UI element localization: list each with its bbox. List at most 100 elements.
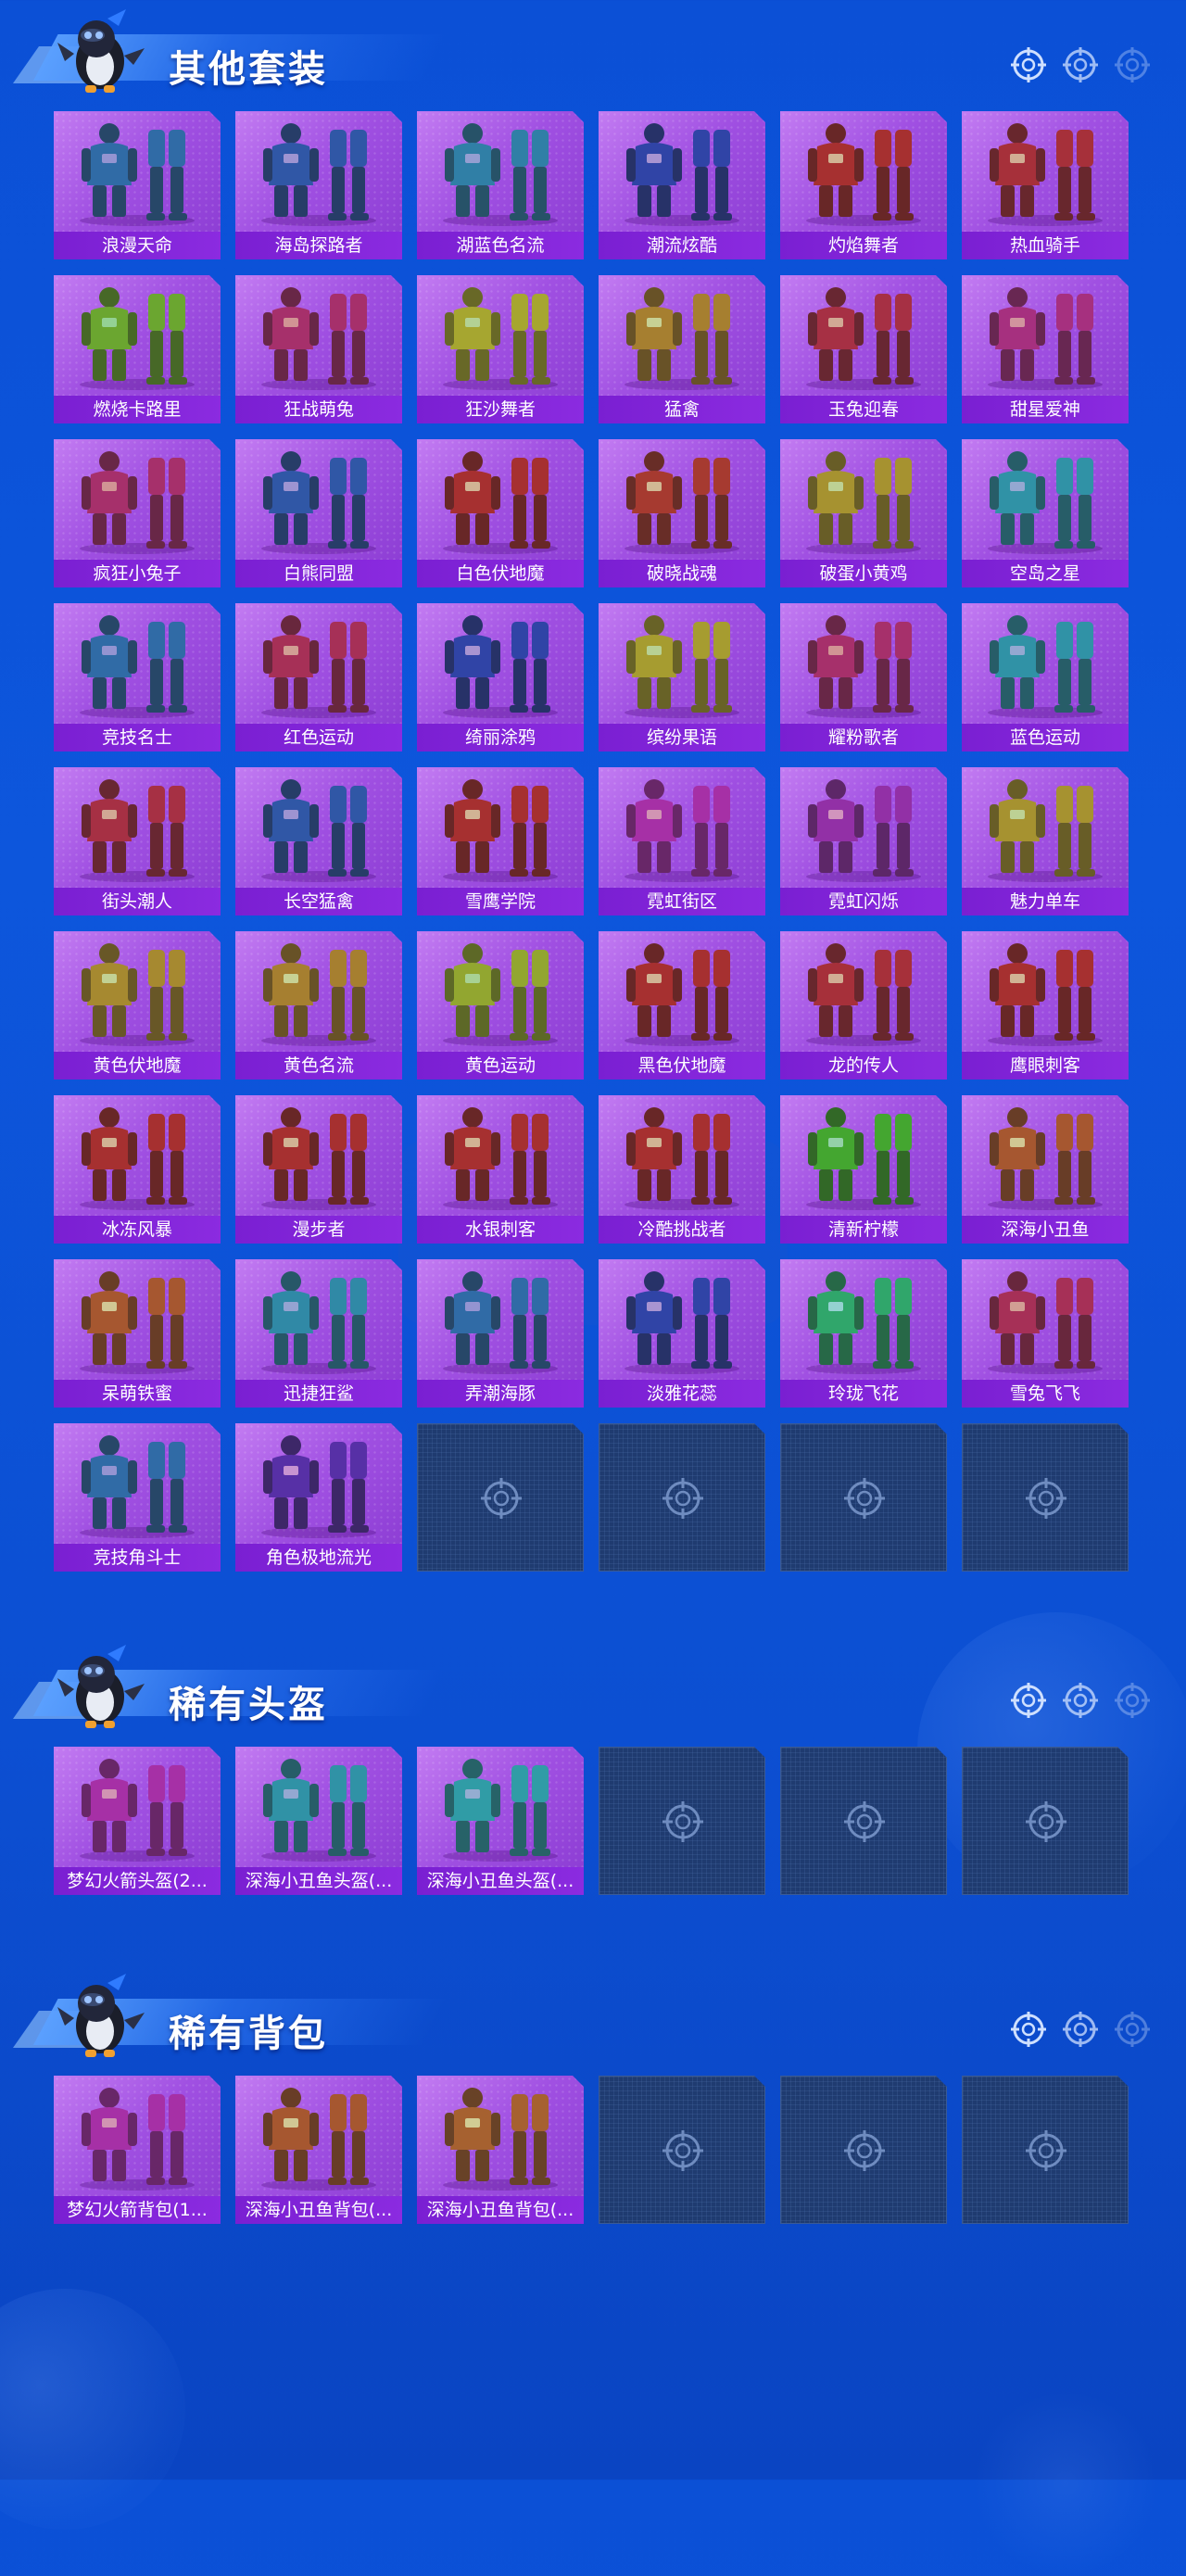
item-name: 破蛋小黄鸡 bbox=[780, 560, 947, 587]
item-card[interactable]: 迅捷狂鲨 bbox=[235, 1259, 402, 1408]
item-image bbox=[80, 779, 195, 882]
item-card[interactable]: 雪兔飞飞 bbox=[962, 1259, 1129, 1408]
item-card[interactable]: 长空猛禽 bbox=[235, 767, 402, 915]
item-image bbox=[988, 123, 1103, 226]
item-card[interactable]: 黄色运动 bbox=[417, 931, 584, 1080]
item-card[interactable]: 竞技角斗士 bbox=[54, 1423, 221, 1572]
crosshair-placeholder-icon bbox=[662, 1801, 703, 1842]
item-card[interactable]: 甜星爱神 bbox=[962, 275, 1129, 423]
item-card[interactable]: 猛禽 bbox=[599, 275, 765, 423]
empty-slot bbox=[599, 2076, 765, 2224]
item-card[interactable]: 缤纷果语 bbox=[599, 603, 765, 751]
item-card[interactable]: 黄色名流 bbox=[235, 931, 402, 1080]
empty-slot bbox=[780, 1747, 947, 1895]
item-card[interactable]: 漫步者 bbox=[235, 1095, 402, 1244]
item-name: 猛禽 bbox=[599, 396, 765, 423]
item-image bbox=[988, 615, 1103, 718]
item-card[interactable]: 角色极地流光 bbox=[235, 1423, 402, 1572]
item-card[interactable]: 水银刺客 bbox=[417, 1095, 584, 1244]
item-image bbox=[625, 287, 739, 390]
item-image bbox=[261, 943, 376, 1046]
crosshair-icon bbox=[1011, 2012, 1046, 2047]
item-card[interactable]: 灼焰舞者 bbox=[780, 111, 947, 259]
section-markers bbox=[1010, 1682, 1151, 1719]
item-name: 耀粉歌者 bbox=[780, 724, 947, 751]
item-name: 魅力单车 bbox=[962, 888, 1129, 915]
section-other-outfits: 其他套装 浪漫天命 海岛探路者 湖蓝色名流 潮流炫酷 灼焰舞者 热血骑手 燃烧卡路里 狂战萌兔… bbox=[0, 0, 1186, 1572]
item-name: 深海小丑鱼 bbox=[962, 1216, 1129, 1244]
item-card[interactable]: 绮丽涂鸦 bbox=[417, 603, 584, 751]
item-card[interactable]: 霓虹街区 bbox=[599, 767, 765, 915]
item-name: 燃烧卡路里 bbox=[54, 396, 221, 423]
item-name: 雪鹰学院 bbox=[417, 888, 584, 915]
item-card[interactable]: 玲珑飞花 bbox=[780, 1259, 947, 1408]
item-card[interactable]: 湖蓝色名流 bbox=[417, 111, 584, 259]
item-image bbox=[806, 615, 921, 718]
item-card[interactable]: 清新柠檬 bbox=[780, 1095, 947, 1244]
item-card[interactable]: 魅力单车 bbox=[962, 767, 1129, 915]
item-name: 街头潮人 bbox=[54, 888, 221, 915]
item-name: 灼焰舞者 bbox=[780, 232, 947, 259]
item-name: 黄色名流 bbox=[235, 1052, 402, 1080]
item-card[interactable]: 海岛探路者 bbox=[235, 111, 402, 259]
item-card[interactable]: 街头潮人 bbox=[54, 767, 221, 915]
item-image bbox=[261, 1107, 376, 1210]
item-name: 龙的传人 bbox=[780, 1052, 947, 1080]
item-image bbox=[443, 1759, 558, 1862]
item-card[interactable]: 霓虹闪烁 bbox=[780, 767, 947, 915]
item-card[interactable]: 龙的传人 bbox=[780, 931, 947, 1080]
item-card[interactable]: 呆萌铁蜜 bbox=[54, 1259, 221, 1408]
item-image bbox=[443, 1271, 558, 1374]
item-image bbox=[806, 451, 921, 554]
section-markers bbox=[1010, 46, 1151, 83]
item-name: 深海小丑鱼头盔(... bbox=[235, 1867, 402, 1895]
item-card[interactable]: 梦幻火箭背包(1... bbox=[54, 2076, 221, 2224]
item-card[interactable]: 狂战萌兔 bbox=[235, 275, 402, 423]
item-card[interactable]: 破蛋小黄鸡 bbox=[780, 439, 947, 587]
item-card[interactable]: 浪漫天命 bbox=[54, 111, 221, 259]
item-card[interactable]: 热血骑手 bbox=[962, 111, 1129, 259]
item-image bbox=[443, 123, 558, 226]
item-card[interactable]: 红色运动 bbox=[235, 603, 402, 751]
item-card[interactable]: 蓝色运动 bbox=[962, 603, 1129, 751]
item-card[interactable]: 冷酷挑战者 bbox=[599, 1095, 765, 1244]
item-card[interactable]: 空岛之星 bbox=[962, 439, 1129, 587]
item-card[interactable]: 黄色伏地魔 bbox=[54, 931, 221, 1080]
item-card[interactable]: 黑色伏地魔 bbox=[599, 931, 765, 1080]
item-card[interactable]: 深海小丑鱼背包(... bbox=[235, 2076, 402, 2224]
empty-slot bbox=[962, 1747, 1129, 1895]
item-name: 深海小丑鱼背包(... bbox=[417, 2196, 584, 2224]
item-image bbox=[806, 943, 921, 1046]
item-card[interactable]: 燃烧卡路里 bbox=[54, 275, 221, 423]
item-name: 玲珑飞花 bbox=[780, 1380, 947, 1408]
item-card[interactable]: 竞技名士 bbox=[54, 603, 221, 751]
item-image bbox=[80, 615, 195, 718]
item-name: 潮流炫酷 bbox=[599, 232, 765, 259]
item-image bbox=[261, 123, 376, 226]
item-card[interactable]: 白熊同盟 bbox=[235, 439, 402, 587]
item-image bbox=[80, 943, 195, 1046]
item-card[interactable]: 鹰眼刺客 bbox=[962, 931, 1129, 1080]
item-image bbox=[988, 287, 1103, 390]
item-card[interactable]: 深海小丑鱼头盔(... bbox=[235, 1747, 402, 1895]
item-card[interactable]: 玉兔迎春 bbox=[780, 275, 947, 423]
item-card[interactable]: 深海小丑鱼 bbox=[962, 1095, 1129, 1244]
item-card[interactable]: 破晓战魂 bbox=[599, 439, 765, 587]
item-card[interactable]: 深海小丑鱼头盔(... bbox=[417, 1747, 584, 1895]
item-card[interactable]: 雪鹰学院 bbox=[417, 767, 584, 915]
item-card[interactable]: 潮流炫酷 bbox=[599, 111, 765, 259]
item-card[interactable]: 梦幻火箭头盔(2... bbox=[54, 1747, 221, 1895]
item-name: 红色运动 bbox=[235, 724, 402, 751]
item-card[interactable]: 耀粉歌者 bbox=[780, 603, 947, 751]
item-image bbox=[443, 2088, 558, 2191]
item-card[interactable]: 淡雅花蕊 bbox=[599, 1259, 765, 1408]
penguin-mascot-icon bbox=[57, 1974, 145, 2057]
item-image bbox=[625, 123, 739, 226]
item-name: 水银刺客 bbox=[417, 1216, 584, 1244]
item-card[interactable]: 冰冻风暴 bbox=[54, 1095, 221, 1244]
item-card[interactable]: 白色伏地魔 bbox=[417, 439, 584, 587]
item-card[interactable]: 深海小丑鱼背包(... bbox=[417, 2076, 584, 2224]
item-card[interactable]: 狂沙舞者 bbox=[417, 275, 584, 423]
item-card[interactable]: 弄潮海豚 bbox=[417, 1259, 584, 1408]
item-card[interactable]: 疯狂小兔子 bbox=[54, 439, 221, 587]
